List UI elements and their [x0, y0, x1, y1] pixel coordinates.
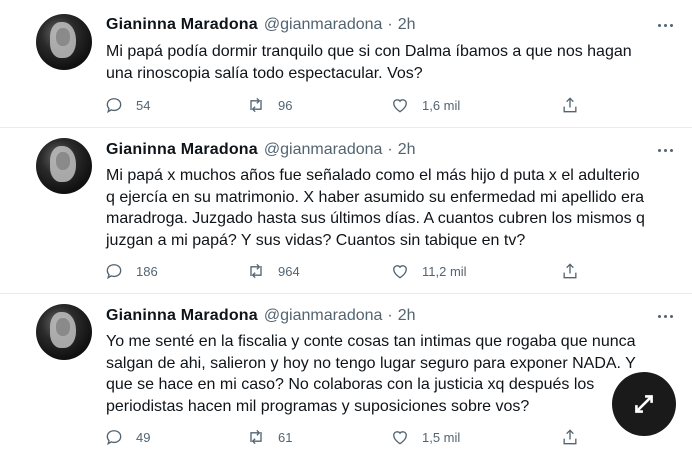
retweet-count: 964	[278, 263, 300, 279]
reply-count: 49	[136, 429, 151, 445]
tweet-header: Gianinna Maradona @gianmaradona · 2h	[106, 305, 416, 327]
share-icon	[563, 429, 577, 445]
like-button[interactable]: 1,5 mil	[390, 426, 460, 448]
tweet-text-line: juzgan a mi papá? Y sus vidas? Cuantos s…	[106, 231, 526, 249]
author-name[interactable]: Gianinna Maradona	[106, 307, 258, 325]
tweet-text-line: Mi papá podía dormir tranquilo que si co…	[106, 43, 632, 60]
retweet-icon	[250, 263, 262, 279]
reply-icon	[106, 430, 122, 446]
retweet-button[interactable]: 61	[246, 426, 292, 448]
reply-button[interactable]: 54	[104, 94, 150, 116]
tweet-text-line: salgan de ahi, salieron y hoy no tengo l…	[106, 354, 636, 372]
author-name[interactable]: Gianinna Maradona	[106, 141, 258, 159]
expand-button[interactable]	[612, 372, 676, 436]
tweet-text-line: Mi papá x muchos años fue señalado como …	[106, 167, 640, 184]
separator-dot: ·	[387, 141, 393, 158]
like-button[interactable]: 11,2 mil	[390, 260, 467, 282]
reply-icon	[106, 98, 122, 114]
reply-icon	[106, 264, 122, 280]
retweet-button[interactable]: 96	[246, 94, 292, 116]
retweet-count: 61	[278, 429, 293, 445]
tweet-actions: 186 964 11,2 mil	[104, 260, 594, 282]
more-options-icon[interactable]	[654, 14, 676, 36]
heart-icon	[393, 431, 407, 445]
avatar[interactable]	[36, 138, 92, 194]
reply-button[interactable]: 49	[104, 426, 150, 448]
author-handle[interactable]: @gianmaradona	[264, 16, 383, 34]
tweet-text-line: q ejercía en su matrimonio. X haber asum…	[106, 188, 645, 206]
avatar[interactable]	[36, 14, 92, 70]
tweet-text-line: que se hace en mi caso? No colaboras con…	[106, 376, 595, 393]
reply-button[interactable]: 186	[104, 260, 158, 282]
heart-icon	[393, 99, 407, 113]
like-count: 1,6 mil	[422, 97, 461, 113]
separator-dot: ·	[387, 16, 393, 33]
separator-dot: ·	[387, 307, 393, 324]
retweet-icon	[250, 429, 262, 445]
share-button[interactable]	[560, 94, 580, 116]
tweet-text: Mi papá x muchos años fue señalado como …	[106, 165, 666, 251]
expand-icon	[635, 395, 653, 413]
like-count: 11,2 mil	[422, 263, 467, 279]
tweet-feed: Gianinna Maradona @gianmaradona · 2h Mi …	[0, 0, 692, 459]
tweet-header: Gianinna Maradona @gianmaradona · 2h	[106, 14, 416, 36]
reply-count: 54	[136, 97, 151, 113]
tweet-text: Mi papá podía dormir tranquilo que si co…	[106, 41, 666, 84]
tweet-text-line: periodistas hacen mil programas y suposi…	[106, 397, 530, 415]
share-button[interactable]	[560, 426, 580, 448]
more-options-icon[interactable]	[654, 305, 676, 327]
tweet-actions: 49 61 1,5 mil	[104, 426, 594, 448]
more-options-icon[interactable]	[654, 139, 676, 161]
retweet-button[interactable]: 964	[246, 260, 300, 282]
share-icon	[563, 97, 577, 113]
tweet-actions: 54 96 1,6 mil	[104, 94, 594, 116]
tweet-text-line: maradroga. Juzgado hasta sus últimos día…	[106, 210, 645, 227]
heart-icon	[393, 265, 407, 279]
tweet-text: Yo me senté en la fiscalia y conte cosas…	[106, 331, 666, 417]
tweet-3[interactable]: Gianinna Maradona @gianmaradona · 2h Yo …	[0, 294, 692, 459]
like-button[interactable]: 1,6 mil	[390, 94, 460, 116]
avatar[interactable]	[36, 304, 92, 360]
author-handle[interactable]: @gianmaradona	[264, 307, 383, 325]
share-button[interactable]	[560, 260, 580, 282]
share-icon	[563, 263, 577, 279]
author-name[interactable]: Gianinna Maradona	[106, 16, 258, 34]
tweet-time[interactable]: 2h	[398, 307, 416, 325]
tweet-text-line: una rinoscopia salía todo espectacular. …	[106, 64, 423, 82]
tweet-time[interactable]: 2h	[398, 141, 416, 159]
reply-count: 186	[136, 263, 158, 279]
author-handle[interactable]: @gianmaradona	[264, 141, 383, 159]
retweet-count: 96	[278, 97, 293, 113]
tweet-2[interactable]: Gianinna Maradona @gianmaradona · 2h Mi …	[0, 128, 692, 294]
tweet-time[interactable]: 2h	[398, 16, 416, 34]
tweet-text-line: Yo me senté en la fiscalia y conte cosas…	[106, 333, 636, 350]
tweet-header: Gianinna Maradona @gianmaradona · 2h	[106, 139, 416, 161]
retweet-icon	[250, 97, 262, 113]
tweet-1[interactable]: Gianinna Maradona @gianmaradona · 2h Mi …	[0, 0, 692, 128]
like-count: 1,5 mil	[422, 429, 461, 445]
